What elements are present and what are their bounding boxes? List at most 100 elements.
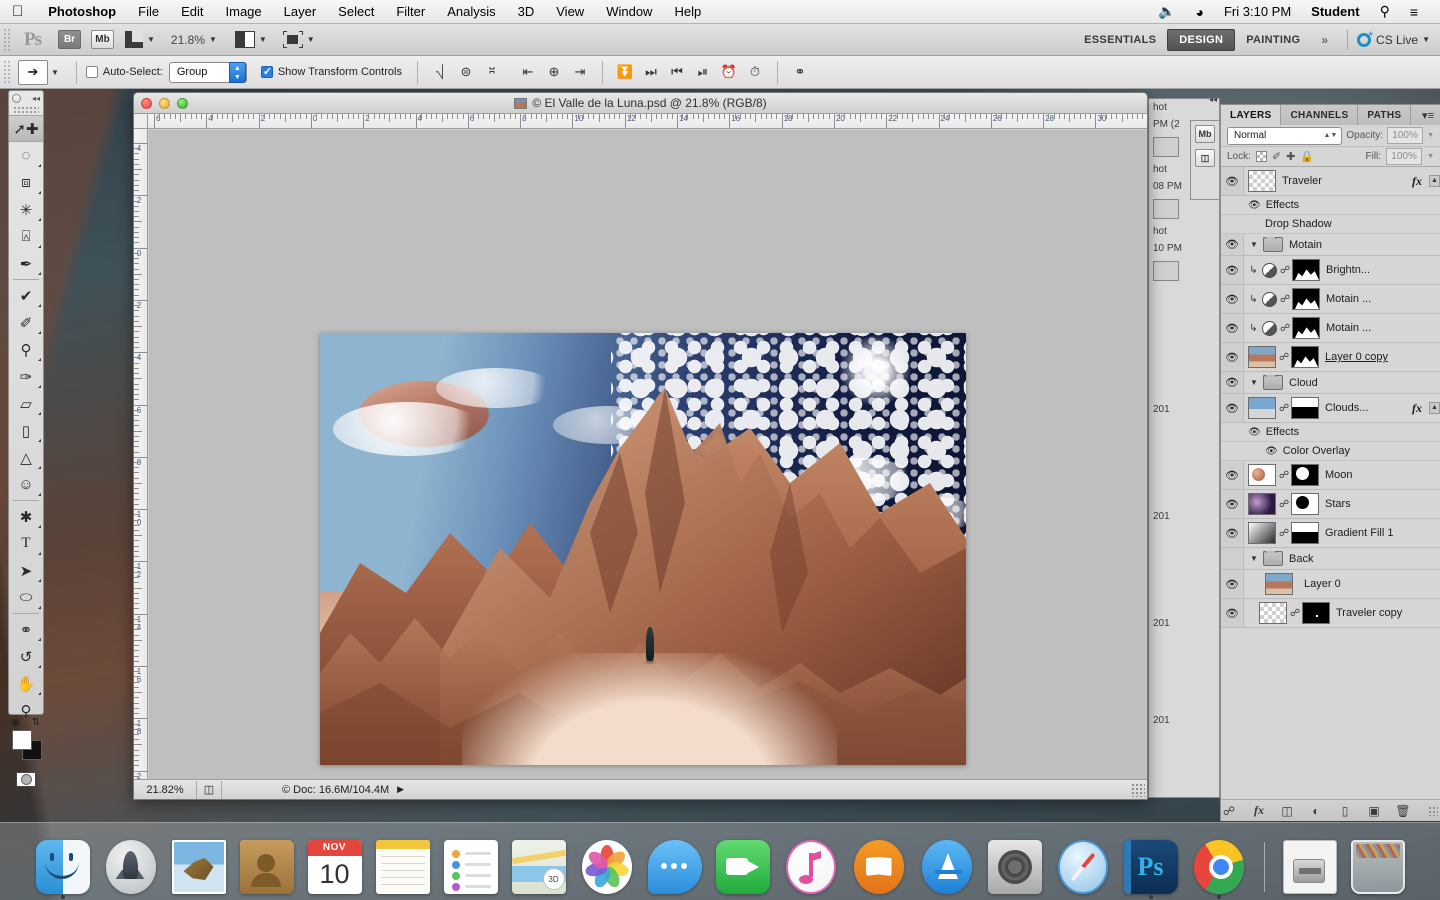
- dock-item-launchpad[interactable]: [102, 838, 160, 896]
- quick-mask-toggle[interactable]: [9, 768, 43, 790]
- fill-field[interactable]: 100%: [1386, 148, 1423, 165]
- layer-thumbnail[interactable]: [1248, 346, 1276, 368]
- layer-thumbnail[interactable]: [1248, 397, 1276, 419]
- canvas-area[interactable]: [149, 130, 1147, 779]
- align-left-edges-button[interactable]: ⇤: [518, 62, 538, 82]
- link-mask-icon[interactable]: ☍: [1279, 403, 1289, 414]
- auto-align-layers-button[interactable]: ⚭: [790, 62, 810, 82]
- layer-mask-thumbnail[interactable]: [1302, 602, 1330, 624]
- group-name[interactable]: Cloud: [1286, 377, 1440, 389]
- layer-thumbnail[interactable]: [1248, 522, 1276, 544]
- group-name[interactable]: Motain: [1286, 239, 1440, 251]
- volume-icon[interactable]: 🔈: [1148, 3, 1185, 20]
- tool-horizontal-type[interactable]: T: [9, 530, 43, 557]
- layer-group-cloud[interactable]: 👁 ▼ Cloud: [1221, 372, 1440, 394]
- dock-item-itunes[interactable]: [782, 838, 840, 896]
- layer-mask-thumbnail[interactable]: [1292, 259, 1320, 281]
- layer-name[interactable]: Brightn...: [1323, 264, 1440, 276]
- layer-effects-row[interactable]: 👁 Effects: [1221, 196, 1440, 215]
- layer-name[interactable]: Clouds...: [1322, 402, 1405, 414]
- link-mask-icon[interactable]: ☍: [1280, 294, 1290, 305]
- layer-visibility-toggle[interactable]: 👁: [1221, 256, 1244, 284]
- menu-edit[interactable]: Edit: [170, 4, 214, 19]
- dock-item-facetime[interactable]: [714, 838, 772, 896]
- window-resize-handle[interactable]: [1131, 782, 1145, 797]
- apple-menu-icon[interactable]: : [0, 4, 37, 19]
- menu-filter[interactable]: Filter: [385, 4, 436, 19]
- dock-item-ibooks[interactable]: [850, 838, 908, 896]
- dock-item-calendar[interactable]: NOV 10: [306, 838, 364, 896]
- dock-item-photos[interactable]: [578, 838, 636, 896]
- tool-brush[interactable]: ✐: [9, 309, 43, 336]
- layer-thumbnail[interactable]: [1248, 170, 1276, 192]
- auto-select-scope-select[interactable]: Group ▲ ▼: [168, 61, 247, 83]
- panel-menu-icon[interactable]: ▾≡: [1416, 105, 1440, 125]
- dock-item-downloads-folder[interactable]: [1281, 838, 1339, 896]
- auto-select-checkbox[interactable]: [85, 66, 98, 78]
- tool-magic-wand[interactable]: ✳: [9, 196, 43, 223]
- align-right-edges-button[interactable]: ⇥: [570, 62, 590, 82]
- link-mask-icon[interactable]: ☍: [1290, 608, 1300, 619]
- layer-row-moon[interactable]: 👁 ☍ Moon: [1221, 461, 1440, 490]
- layer-visibility-toggle[interactable]: 👁: [1221, 285, 1244, 313]
- tool-gradient[interactable]: ▯: [9, 417, 43, 444]
- layer-visibility-toggle[interactable]: 👁: [1221, 490, 1244, 518]
- menu-3d[interactable]: 3D: [507, 4, 546, 19]
- eye-icon[interactable]: 👁: [1265, 446, 1278, 457]
- search-icon[interactable]: ⚲: [1370, 3, 1400, 20]
- layer-style-fx-icon[interactable]: fx: [1408, 401, 1426, 416]
- menu-file[interactable]: File: [127, 4, 170, 19]
- launch-bridge-button[interactable]: Br: [58, 30, 81, 49]
- dock-item-system-preferences[interactable]: [986, 838, 1044, 896]
- tool-hand[interactable]: ✋: [9, 670, 43, 697]
- distribute-right-edges-button[interactable]: ⏱: [745, 62, 765, 82]
- tab-paths[interactable]: PATHS: [1358, 105, 1412, 125]
- panel-resize-handle[interactable]: [1428, 805, 1438, 816]
- layer-mask-thumbnail[interactable]: [1292, 317, 1320, 339]
- layer-effect-color-overlay[interactable]: 👁 Color Overlay: [1221, 442, 1440, 461]
- layer-effect-drop-shadow[interactable]: Drop Shadow: [1221, 215, 1440, 234]
- new-adjustment-layer-icon[interactable]: ◐: [1308, 804, 1324, 818]
- dock-item-photoshop[interactable]: Ps: [1122, 838, 1180, 899]
- screen-mode-button[interactable]: ▼: [282, 31, 315, 48]
- lock-position-icon[interactable]: ✚: [1286, 150, 1295, 163]
- opacity-field[interactable]: 100%: [1387, 127, 1424, 144]
- layer-visibility-toggle[interactable]: 👁: [1221, 167, 1244, 195]
- layer-visibility-toggle[interactable]: 👁: [1221, 570, 1244, 598]
- menu-window[interactable]: Window: [595, 4, 663, 19]
- tool-spot-healing-brush[interactable]: ✔: [9, 282, 43, 309]
- show-transform-controls-checkbox[interactable]: [260, 65, 273, 78]
- tab-channels[interactable]: CHANNELS: [1281, 105, 1359, 125]
- align-horizontal-centers-button[interactable]: ⊕: [544, 62, 564, 82]
- layer-visibility-toggle[interactable]: 👁: [1221, 394, 1244, 422]
- menu-image[interactable]: Image: [215, 4, 273, 19]
- arrange-documents-button[interactable]: ▼: [234, 31, 267, 48]
- appbar-gripper[interactable]: [2, 26, 12, 53]
- layer-thumbnail[interactable]: [1248, 464, 1276, 486]
- scroll-up-arrow[interactable]: ▲: [1429, 402, 1440, 414]
- status-expand-arrow-icon[interactable]: ▶: [397, 784, 404, 795]
- layer-name[interactable]: Layer 0 copy: [1322, 351, 1440, 363]
- add-layer-mask-icon[interactable]: ◫: [1279, 804, 1295, 818]
- dock-item-app-store[interactable]: [918, 838, 976, 896]
- adjustment-layer-icon[interactable]: [1262, 262, 1277, 278]
- layer-row-motain-1[interactable]: 👁 ↳ ☍ Motain ...: [1221, 285, 1440, 314]
- menu-view[interactable]: View: [545, 4, 595, 19]
- dock-item-reminders[interactable]: [442, 838, 500, 896]
- cs-live-button[interactable]: CS Live ▼: [1357, 29, 1430, 47]
- tool-preset-picker[interactable]: ➔: [18, 59, 48, 85]
- dock-item-safari[interactable]: [1054, 838, 1112, 896]
- horizontal-ruler[interactable]: 6 4 2 0 2 4 6 8 10 12 14 16 18 20 22 24 26 28 30: [148, 114, 1147, 129]
- disclosure-triangle-icon[interactable]: ▼: [1248, 240, 1260, 249]
- layer-mask-thumbnail[interactable]: [1291, 346, 1319, 368]
- swap-colors-icon[interactable]: ⇅: [32, 717, 40, 728]
- distribute-vertical-centers-button[interactable]: ⏭: [641, 62, 661, 82]
- dock-item-finder[interactable]: [34, 838, 92, 899]
- group-name[interactable]: Back: [1286, 553, 1440, 565]
- layer-name[interactable]: Traveler: [1279, 175, 1405, 187]
- zoom-chevron-down-icon[interactable]: ▼: [209, 35, 217, 44]
- optbar-gripper[interactable]: [2, 59, 12, 85]
- lock-transparent-pixels-icon[interactable]: [1255, 151, 1267, 162]
- notification-list-icon[interactable]: ≡: [1400, 4, 1428, 20]
- status-zoom-field[interactable]: 21.82%: [134, 784, 196, 796]
